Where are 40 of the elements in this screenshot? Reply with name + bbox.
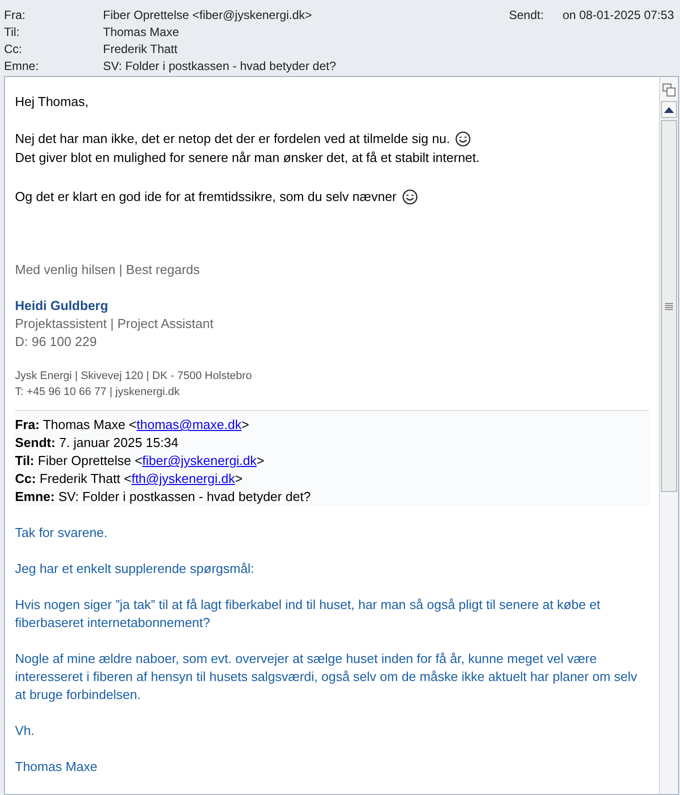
sent-value: on 08-01-2025 07:53 bbox=[562, 8, 674, 22]
header-label: Fra: bbox=[4, 8, 26, 22]
reading-pane-icon[interactable] bbox=[662, 83, 676, 97]
scroll-thumb[interactable] bbox=[661, 120, 677, 492]
email-link[interactable]: fth@jyskenergi.dk bbox=[131, 471, 235, 486]
quote-header-line: Fra: Thomas Maxe <thomas@maxe.dk> bbox=[15, 416, 250, 434]
grip-icon bbox=[665, 302, 673, 310]
header-label: Cc: bbox=[4, 42, 23, 56]
scroll-up-button[interactable] bbox=[661, 101, 677, 118]
quoted-text: Vh. bbox=[15, 722, 36, 740]
quote-header-line: Til: Fiber Oprettelse <fiber@jyskenergi.dk> bbox=[15, 452, 266, 470]
sent-label: Sendt: bbox=[509, 8, 545, 22]
header-value: SV: Folder i postkassen - hvad betyder det? bbox=[103, 58, 338, 72]
signature-contact: T: +45 96 10 66 77 | jyskenergi.dk bbox=[15, 385, 181, 400]
header-value: Thomas Maxe bbox=[103, 24, 180, 38]
header-label: Emne: bbox=[4, 58, 40, 72]
quote-header-line: Sendt: 7. januar 2025 15:34 bbox=[15, 434, 180, 452]
message-text: Nej det har man ikke, det er netop det der er fordelen ved at tilmelde sig nu. bbox=[15, 131, 450, 146]
signature-address: Jysk Energi | Skivevej 120 | DK - 7500 Holstebro bbox=[15, 369, 253, 384]
signature-phone: D: 96 100 229 bbox=[15, 333, 98, 351]
greeting-text: Hej Thomas, bbox=[15, 94, 90, 109]
quoted-text: Hvis nogen siger ”ja tak” til at få lagt fiberkabel ind til huset, har man så også pligt til senere at købe et fiberbaseret internetabonnement? bbox=[15, 596, 602, 632]
quoted-text: Thomas Maxe bbox=[15, 758, 98, 776]
header-label: Til: bbox=[4, 24, 21, 38]
header-value: Fiber Oprettelse <fiber@jyskenergi.dk> bbox=[103, 8, 313, 22]
quoted-text: Jeg har et enkelt supplerende spørgsmål: bbox=[15, 560, 256, 578]
quoted-text: Tak for svarene. bbox=[15, 524, 108, 542]
email-link[interactable]: fiber@jyskenergi.dk bbox=[142, 453, 257, 468]
message-text: Det giver blot en mulighed for senere når man ønsker det, at få et stabilt internet. bbox=[15, 150, 480, 165]
up-arrow-icon bbox=[664, 106, 674, 112]
scrollbar[interactable] bbox=[659, 77, 678, 794]
header-value: Frederik Thatt bbox=[103, 42, 178, 56]
closing-text: Med venlig hilsen | Best regards bbox=[15, 261, 201, 279]
quote-header-line: Cc: Frederik Thatt <fth@jyskenergi.dk> bbox=[15, 470, 244, 488]
quote-header-line: Emne: SV: Folder i postkassen - hvad betyder det? bbox=[15, 488, 312, 506]
signature-title: Projektassistent | Project Assistant bbox=[15, 315, 214, 333]
signature-name: Heidi Guldberg bbox=[15, 297, 110, 315]
quoted-text: Nogle af mine ældre naboer, som evt. overvejer at sælge huset inden for få år, kunne meget vel være interesseret i fiberen af hensyn til husets salgsværdi, også selv om de måske ikke aktuelt har planer om selv at bruge forbindelsen. bbox=[15, 650, 638, 704]
message-text: Og det er klart en god ide for at fremtidssikre, som du selv nævner bbox=[15, 189, 397, 204]
email-link[interactable]: thomas@maxe.dk bbox=[136, 417, 242, 432]
